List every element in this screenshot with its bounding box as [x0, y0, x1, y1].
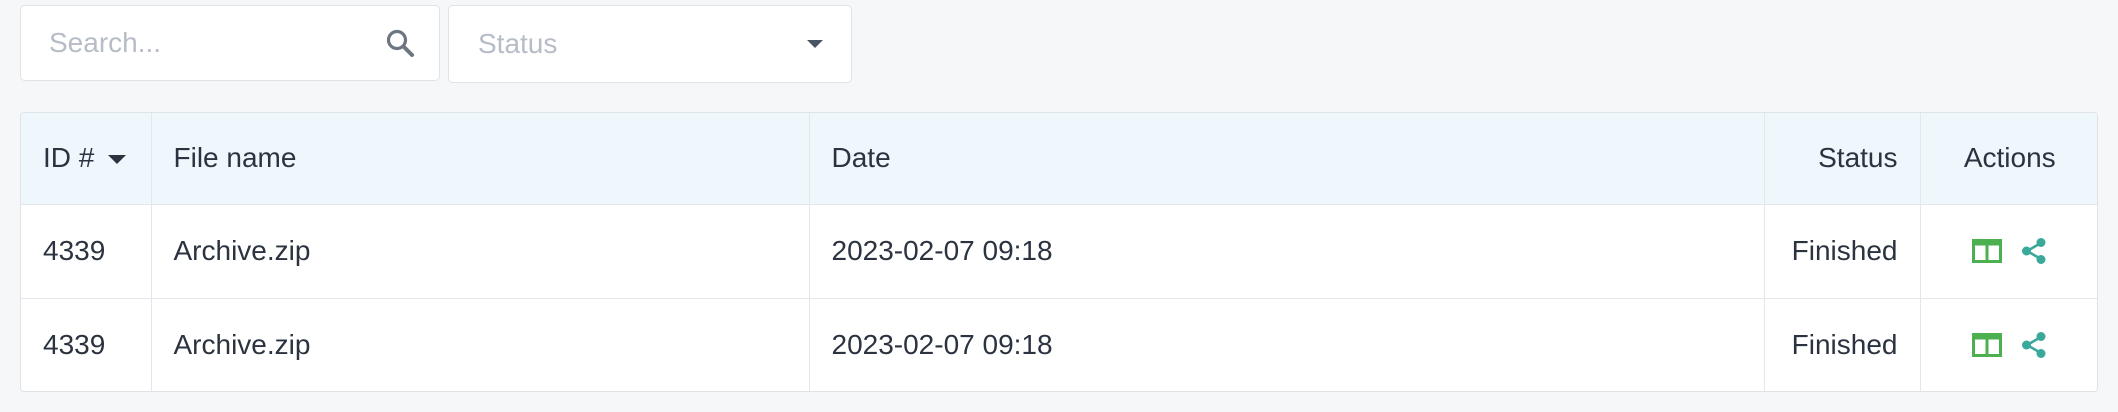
table-row: 4339 Archive.zip 2023-02-07 09:18 Finish…: [21, 204, 2097, 299]
share-icon[interactable]: [2020, 331, 2048, 359]
cell-date: 2023-02-07 09:18: [809, 298, 1765, 391]
search-input[interactable]: [49, 27, 369, 59]
cell-file-name: Archive.zip: [151, 204, 810, 299]
table-header-row: ID # File name Date Status Actions: [21, 113, 2097, 205]
column-header-file-name[interactable]: File name: [151, 113, 810, 205]
search-icon[interactable]: [385, 28, 415, 58]
cell-status: Finished: [1764, 204, 1921, 299]
cell-id: 4339: [21, 204, 152, 299]
column-header-date[interactable]: Date: [809, 113, 1765, 205]
cell-actions: [1920, 298, 2097, 391]
status-select-placeholder: Status: [478, 28, 558, 59]
cell-id: 4339: [21, 298, 152, 391]
column-header-id[interactable]: ID #: [21, 113, 152, 205]
sort-desc-icon[interactable]: [108, 155, 127, 165]
caret-down-icon: [807, 40, 823, 48]
filters-bar: Status: [20, 5, 852, 83]
cell-actions: [1920, 204, 2097, 299]
status-select[interactable]: Status: [448, 5, 852, 83]
column-header-id-label: ID #: [43, 142, 95, 174]
view-columns-icon[interactable]: [1971, 239, 2002, 263]
cell-date: 2023-02-07 09:18: [809, 204, 1765, 299]
cell-status: Finished: [1764, 298, 1921, 391]
view-columns-icon[interactable]: [1971, 333, 2002, 358]
cell-file-name: Archive.zip: [151, 298, 810, 391]
search-box: [20, 5, 440, 81]
column-header-status[interactable]: Status: [1764, 113, 1921, 205]
table-row: 4339 Archive.zip 2023-02-07 09:18 Finish…: [21, 298, 2097, 391]
share-icon[interactable]: [2020, 237, 2048, 265]
files-table: ID # File name Date Status Actions 4339 …: [20, 112, 2098, 392]
column-header-actions: Actions: [1920, 113, 2097, 205]
